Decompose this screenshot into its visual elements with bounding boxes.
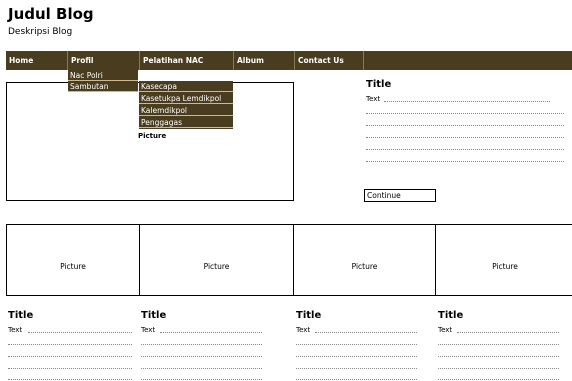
text-line [296,344,417,345]
gallery-picture-label: Picture [492,262,518,271]
column-title: Title [296,310,322,321]
column-title: Title [438,310,464,321]
text-line [296,356,417,357]
text-line [366,149,564,150]
text-line [141,356,262,357]
dropdown-item-sambutan[interactable]: Sambutan [68,81,138,92]
dropdown-item-penggagas[interactable]: Penggagas [139,117,233,128]
nav-contact-us[interactable]: Contact Us [295,51,364,70]
blog-description: Deskripsi Blog [8,27,73,37]
gallery-picture-label: Picture [351,262,378,271]
text-line [315,332,417,333]
dropdown-item-kasetukpa-lemdikpol[interactable]: Kasetukpa Lemdikpol [139,93,233,104]
text-line [8,356,132,357]
column-text: Text [438,326,453,334]
gallery-picture-box: Picture [293,224,436,296]
gallery-picture-box: Picture [139,224,294,296]
text-line [438,379,559,380]
text-line [438,356,559,357]
dropdown-item-nac-polri[interactable]: Nac Polri [68,70,138,81]
text-line [438,368,559,369]
side-text: Text [366,95,381,103]
column-title: Title [141,310,167,321]
pelatihan-dropdown: Kasecapa Kasetukpa Lemdikpol Kalemdikpol… [139,81,233,129]
side-title: Title [366,79,392,90]
text-line [366,137,564,138]
nav-album[interactable]: Album [234,51,295,70]
text-line [366,125,564,126]
blog-title: Judul Blog [8,5,94,23]
main-navbar: Home Profil Pelatihan NAC Album Contact … [6,51,572,70]
gallery-picture-box: Picture [435,224,572,296]
feature-picture-label: Picture [138,132,167,140]
text-line [438,344,559,345]
text-line [28,332,132,333]
text-line [141,368,262,369]
column-text: Text [296,326,311,334]
text-line [366,161,564,162]
text-line [141,379,262,380]
dropdown-item-kalemdikpol[interactable]: Kalemdikpol [139,105,233,116]
text-line [384,101,550,102]
text-line [141,344,262,345]
column-title: Title [8,310,34,321]
gallery-picture-label: Picture [60,262,86,271]
nav-pelatihan-nac[interactable]: Pelatihan NAC [140,51,234,70]
dropdown-item-kasecapa[interactable]: Kasecapa [139,81,233,92]
nav-profil[interactable]: Profil [68,51,140,70]
column-text: Text [141,326,156,334]
text-line [296,379,417,380]
nav-home[interactable]: Home [6,51,68,70]
text-line [8,379,132,380]
column-text: Text [8,326,23,334]
gallery-picture-label: Picture [203,262,230,271]
text-line [8,368,132,369]
text-line [366,113,564,114]
text-line [160,332,262,333]
gallery-picture-box: Picture [6,224,140,296]
text-line [8,344,132,345]
profil-dropdown: Nac Polri Sambutan [68,70,138,92]
text-line [296,368,417,369]
text-line [457,332,559,333]
continue-button[interactable]: Continue [364,189,436,202]
